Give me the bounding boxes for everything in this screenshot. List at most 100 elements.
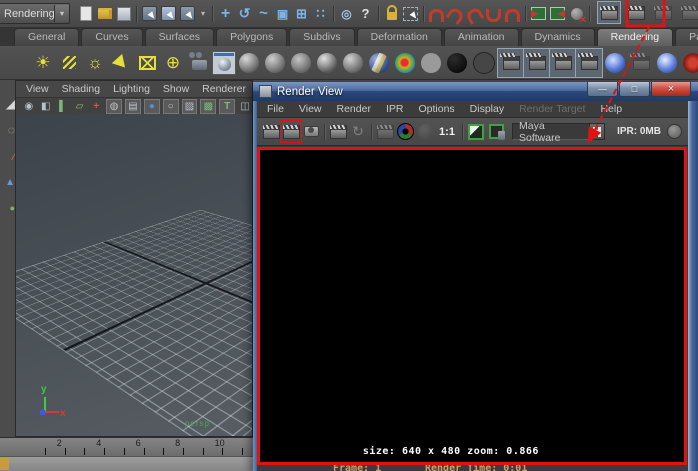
render-view-menu-options[interactable]: Options <box>418 103 454 115</box>
camera-button[interactable] <box>186 49 212 77</box>
open-render-view-button[interactable] <box>625 2 647 23</box>
surface-shader-button[interactable] <box>447 52 467 73</box>
render-settings-shelf-button[interactable] <box>497 47 525 78</box>
bookmark-icon[interactable]: ▌ <box>56 100 70 113</box>
real-size-button[interactable]: 1:1 <box>435 126 459 138</box>
move-tool-icon[interactable]: ▲ <box>2 172 15 192</box>
shelf-tab-surfaces[interactable]: Surfaces <box>144 28 215 46</box>
render-canvas-area[interactable]: size: 640 x 480 zoom: 0.866 Frame: 1 Ren… <box>257 146 688 471</box>
ipr-render-button[interactable] <box>652 2 674 23</box>
snap-to-point-button[interactable] <box>465 3 484 24</box>
film-gate-icon[interactable]: ▤ <box>125 98 141 114</box>
select-object-button[interactable] <box>159 3 178 24</box>
render-view-menu-file[interactable]: File <box>267 103 284 115</box>
shelf-tab-curves[interactable]: Curves <box>81 28 143 46</box>
image-plane-icon[interactable]: ▱ <box>73 100 87 113</box>
new-scene-button[interactable] <box>76 3 95 24</box>
alpha-channel-button[interactable] <box>415 121 435 142</box>
render-view-menu-view[interactable]: View <box>299 103 322 115</box>
snap-to-curve-button[interactable] <box>446 3 465 24</box>
time-tick[interactable] <box>36 438 56 456</box>
shelf-tab-polygons[interactable]: Polygons <box>216 28 288 46</box>
time-tick[interactable] <box>75 438 95 456</box>
render-settings-button[interactable] <box>597 1 621 24</box>
render-current-frame-button[interactable] <box>679 2 698 23</box>
batch-render-shelf-button[interactable] <box>523 47 551 78</box>
time-tick[interactable]: 8 <box>174 438 194 456</box>
chevron-down-icon[interactable]: ▾ <box>54 5 69 22</box>
output-connections-button[interactable] <box>548 3 567 24</box>
construction-history-toggle-button[interactable] <box>567 3 586 24</box>
phong-material-button[interactable] <box>317 52 337 73</box>
snapshot-button[interactable] <box>301 121 321 142</box>
rotate-tool-icon[interactable]: ● <box>2 198 15 218</box>
cancel-batch-render-button[interactable] <box>628 49 654 77</box>
time-tick[interactable]: 4 <box>95 438 115 456</box>
rgb-channels-button[interactable] <box>395 121 415 142</box>
rotate-tool-button[interactable]: ↺ <box>235 3 254 24</box>
layered-shader-button[interactable] <box>369 52 389 73</box>
paint-select-tool-icon[interactable]: ⁄ <box>2 146 15 166</box>
renderer-selected-value[interactable]: Maya Software <box>512 120 590 144</box>
smooth-shade-icon[interactable]: ● <box>143 98 160 114</box>
time-tick[interactable]: 2 <box>56 438 76 456</box>
viewport-menu-renderer[interactable]: Renderer <box>202 83 246 95</box>
time-tick[interactable]: 6 <box>135 438 155 456</box>
ramp-shader-button[interactable] <box>395 52 415 73</box>
directional-light-button[interactable] <box>56 49 82 77</box>
cube-view-icon[interactable]: ◫ <box>238 100 252 113</box>
move-tool-button[interactable]: + <box>216 3 235 24</box>
camera-attributes-icon[interactable]: ◧ <box>39 100 53 113</box>
lock-selection-button[interactable] <box>382 3 401 24</box>
maximize-button[interactable]: □ <box>619 82 650 97</box>
lasso-tool-icon[interactable]: ◌ <box>2 120 15 140</box>
xray-icon[interactable]: ▨ <box>181 98 198 114</box>
use-background-button[interactable] <box>473 51 495 74</box>
region-render-shelf-button[interactable] <box>549 47 577 78</box>
time-slider[interactable]: 2 4 6 8 10 <box>0 437 253 456</box>
region-render-button[interactable] <box>375 121 395 142</box>
time-tick[interactable] <box>194 438 214 456</box>
render-view-menu-help[interactable]: Help <box>600 103 622 115</box>
framebuffer-32bit-button[interactable] <box>466 121 486 142</box>
open-scene-button[interactable] <box>95 3 114 24</box>
ipr-render-button[interactable] <box>328 121 348 142</box>
time-tick[interactable] <box>115 438 135 456</box>
render-current-frame-button[interactable] <box>280 120 302 143</box>
viewport-menu-view[interactable]: View <box>26 83 49 95</box>
menu-set-dropdown[interactable]: Rendering ▾ <box>0 3 70 24</box>
select-component-button[interactable] <box>178 3 197 24</box>
mental-ray-material-button[interactable] <box>605 52 625 73</box>
shelf-tab-rendering[interactable]: Rendering <box>596 28 674 46</box>
time-tick[interactable] <box>154 438 174 456</box>
snap-to-grid-button[interactable] <box>427 3 446 24</box>
selection-mask-dropdown[interactable]: ▾ <box>197 3 209 24</box>
curve-tool-button[interactable]: ~ <box>254 3 273 24</box>
pearl-material-button[interactable] <box>657 52 677 73</box>
lattice-tool-button[interactable]: ⊞ <box>292 3 311 24</box>
select-camera-icon[interactable]: ◉ <box>22 100 36 113</box>
time-tick[interactable] <box>233 438 253 456</box>
shading-map-button[interactable] <box>421 52 441 73</box>
point-light-button[interactable]: ☼ <box>82 49 108 77</box>
viewport-menu-show[interactable]: Show <box>163 83 189 95</box>
area-light-button[interactable] <box>134 49 160 77</box>
volume-light-button[interactable]: ⊕ <box>160 49 186 77</box>
pause-ipr-icon[interactable] <box>591 126 611 138</box>
lambert-material-button[interactable] <box>291 52 311 73</box>
shelf-tab-subdivs[interactable]: Subdivs <box>289 28 355 46</box>
viewport-3d-view[interactable]: y x persp <box>16 114 252 436</box>
remove-image-button[interactable] <box>486 121 506 142</box>
flat-shade-icon[interactable]: ○ <box>162 98 179 114</box>
snap-to-projected-center-button[interactable] <box>484 3 503 24</box>
plane-tool-button[interactable]: ▣ <box>273 3 292 24</box>
anisotropic-material-button[interactable] <box>239 52 259 73</box>
refresh-ipr-button[interactable]: ↻ <box>348 121 368 142</box>
render-view-menu-ipr[interactable]: IPR <box>386 103 404 115</box>
input-connections-button[interactable] <box>529 3 548 24</box>
snap-to-view-plane-button[interactable] <box>503 3 522 24</box>
soft-select-button[interactable]: ◎ <box>337 3 356 24</box>
shelf-tab-animation[interactable]: Animation <box>443 28 519 46</box>
time-tick[interactable]: 10 <box>214 438 234 456</box>
ambient-light-button[interactable]: ☀ <box>30 49 56 77</box>
